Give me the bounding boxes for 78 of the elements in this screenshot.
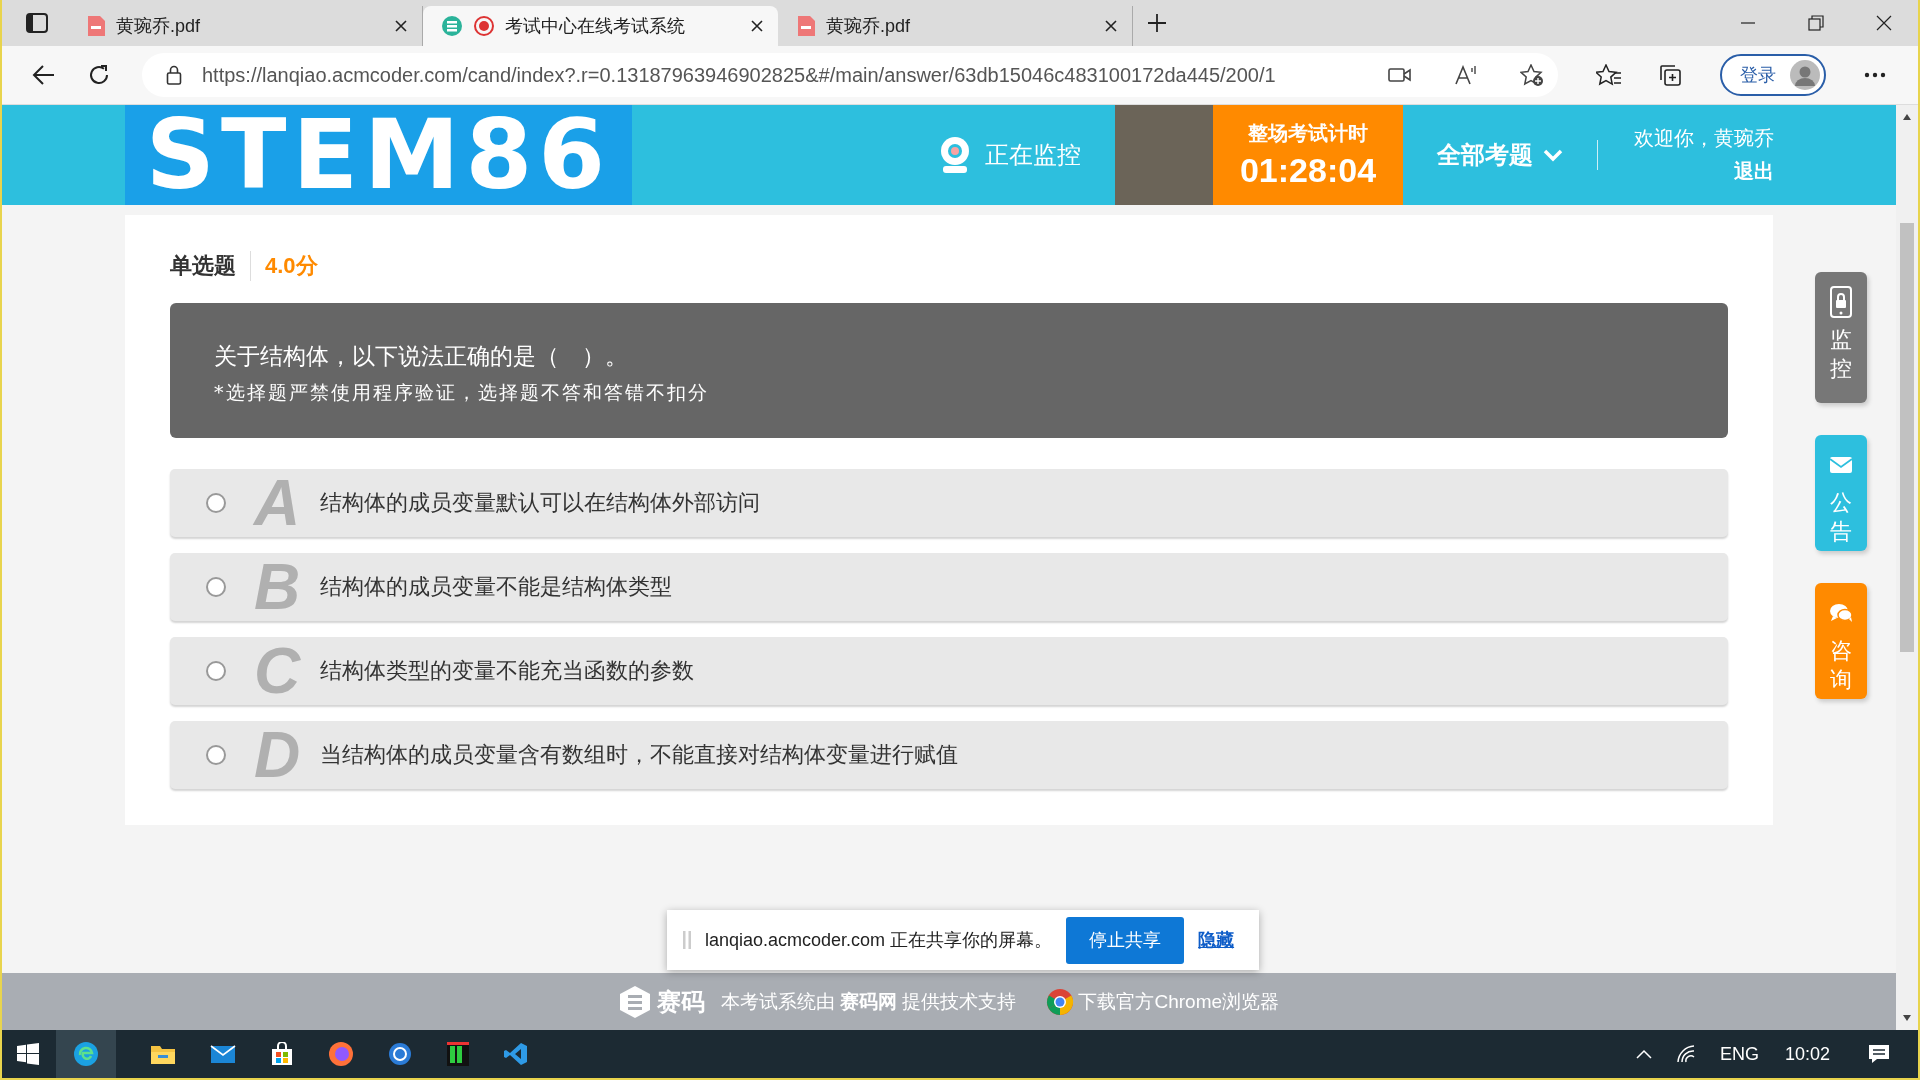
timer-label: 整场考试计时 (1248, 121, 1368, 146)
folder-icon[interactable] (150, 1043, 176, 1065)
radio-button[interactable] (206, 577, 226, 597)
welcome-text: 欢迎你，黄琬乔 (1634, 126, 1774, 151)
video-camera-icon[interactable] (1388, 66, 1412, 84)
scroll-down-icon[interactable] (1902, 1014, 1912, 1022)
favorites-icon[interactable] (1596, 64, 1622, 86)
sign-in-button[interactable]: 登录 (1720, 54, 1826, 96)
language-indicator[interactable]: ENG (1719, 1043, 1759, 1065)
refresh-icon[interactable] (88, 64, 110, 86)
brand-logo-icon (618, 984, 651, 1019)
chevron-down-icon (1543, 148, 1563, 162)
option-text: 结构体的成员变量默认可以在结构体外部访问 (320, 489, 760, 517)
answer-option[interactable]: A 结构体的成员变量默认可以在结构体外部访问 (170, 469, 1728, 537)
wifi-icon[interactable] (1675, 1045, 1696, 1063)
option-text: 结构体类型的变量不能充当函数的参数 (320, 657, 694, 685)
code-editor-icon[interactable] (504, 1042, 528, 1066)
add-favorite-icon[interactable] (1520, 64, 1544, 86)
option-letter: C (254, 634, 302, 708)
scrollbar[interactable] (1896, 105, 1918, 1030)
notifications-icon[interactable] (1868, 1044, 1890, 1064)
hide-link[interactable]: 隐藏 (1198, 928, 1235, 952)
side-button[interactable]: 监控 (1815, 272, 1867, 403)
support-text: 本考试系统由 赛码网 提供技术支持 (720, 989, 1017, 1014)
option-letter: B (254, 550, 302, 624)
drag-handle-icon (683, 931, 691, 949)
avatar-icon (1790, 60, 1820, 90)
clock[interactable]: 10:02 (1784, 1043, 1830, 1065)
browser-icon[interactable] (56, 1030, 116, 1078)
mail-icon[interactable] (210, 1044, 236, 1064)
question-note: *选择题严禁使用程序验证，选择题不答和答错不扣分 (214, 380, 710, 405)
timer-value: 01:28:04 (1239, 151, 1377, 190)
option-text: 当结构体的成员变量含有数组时，不能直接对结构体变量进行赋值 (320, 741, 958, 769)
more-icon[interactable] (1864, 72, 1886, 78)
chevron-up-icon[interactable] (1635, 1049, 1652, 1059)
chrome-icon (1046, 987, 1075, 1016)
tab-title: 黄琬乔.pdf (826, 15, 912, 38)
question-score: 4.0分 (264, 252, 318, 280)
share-message: lanqiao.acmcoder.com 正在共享你的屏幕。 (705, 929, 1053, 952)
app-icon[interactable] (388, 1042, 412, 1066)
restore-icon[interactable] (1808, 15, 1824, 31)
browser-tab[interactable]: 考试中心在线考试系统 (423, 6, 778, 46)
radio-button[interactable] (206, 661, 226, 681)
question-text: 关于结构体，以下说法正确的是（ ）。 (214, 342, 629, 371)
tab-title: 考试中心在线考试系统 (505, 15, 686, 38)
answer-option[interactable]: D 当结构体的成员变量含有数组时，不能直接对结构体变量进行赋值 (170, 721, 1728, 789)
close-icon[interactable] (750, 19, 764, 33)
new-tab-icon[interactable] (1147, 13, 1167, 33)
lock-icon (166, 65, 182, 85)
option-letter: D (254, 718, 302, 792)
question-type: 单选题 (170, 251, 251, 281)
scroll-up-icon[interactable] (1902, 113, 1912, 121)
stop-sharing-button[interactable]: 停止共享 (1066, 916, 1185, 964)
address-bar[interactable]: https://lanqiao.acmcoder.com/cand/index?.r=0.13187963946902825&#/main/answer/63db15046c483100172da445/200/1 (142, 53, 1558, 97)
brand-name: 赛码 (656, 986, 705, 1017)
tab-actions-icon[interactable] (26, 13, 48, 33)
terminal-app-icon[interactable] (446, 1041, 470, 1067)
close-icon[interactable] (394, 19, 408, 33)
phone-lock-icon (1829, 286, 1853, 318)
option-letter: A (254, 466, 302, 540)
close-icon[interactable] (1876, 15, 1892, 31)
radio-button[interactable] (206, 745, 226, 765)
tab-title: 黄琬乔.pdf (116, 15, 202, 38)
windows-start-icon[interactable] (17, 1043, 39, 1065)
url-text: https://lanqiao.acmcoder.com/cand/index?.r=0.13187963946902825&#/main/answer/63db15046c483100172da445/200/1 (202, 63, 1276, 87)
site-logo-icon (441, 15, 463, 37)
back-icon[interactable] (32, 64, 56, 86)
monitoring-status: 正在监控 (985, 140, 1081, 170)
close-icon[interactable] (1104, 19, 1118, 33)
recording-icon (473, 15, 495, 37)
answer-option[interactable]: B 结构体的成员变量不能是结构体类型 (170, 553, 1728, 621)
read-aloud-icon[interactable] (1454, 65, 1478, 85)
collections-icon[interactable] (1658, 63, 1682, 87)
store-icon[interactable] (270, 1042, 294, 1066)
answer-option[interactable]: C 结构体类型的变量不能充当函数的参数 (170, 637, 1728, 705)
scrollbar-thumb[interactable] (1900, 223, 1914, 652)
option-text: 结构体的成员变量不能是结构体类型 (320, 573, 672, 601)
radio-button[interactable] (206, 493, 226, 513)
